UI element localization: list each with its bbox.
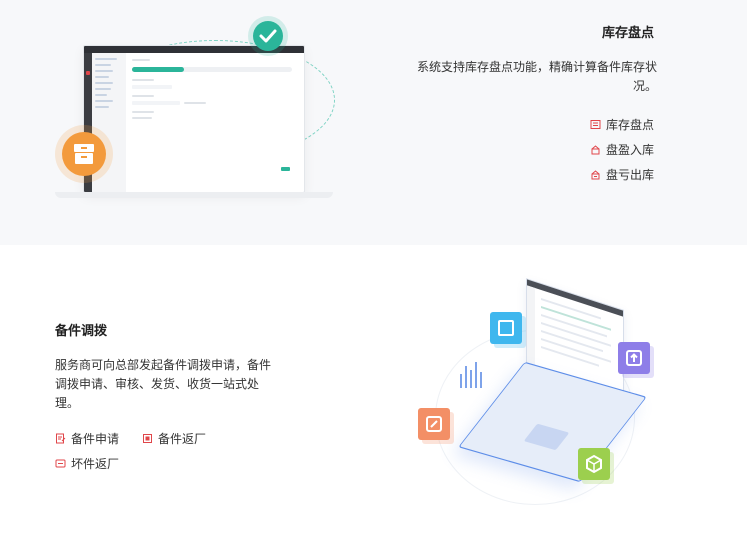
mock-content [130, 57, 300, 187]
checkmark-icon [259, 29, 277, 43]
stock-check-title: 库存盘点 [601, 26, 654, 41]
feature-label: 备件返厂 [158, 432, 207, 446]
feature-surplus-inbound: 盘盈入库 [590, 137, 654, 162]
feature-parts-request: 备件申请 [55, 426, 119, 451]
feature-parts-return: 备件返厂 [142, 426, 206, 451]
parts-return-icon [142, 433, 153, 444]
feature-label: 备件申请 [71, 432, 120, 446]
document-tile-icon [490, 312, 522, 344]
laptop-base [55, 192, 333, 198]
stock-check-section: 库存盘点 系统支持库存盘点功能，精确计算备件库存状况。 库存盘点 盘盈入库 盘亏… [0, 0, 747, 245]
feature-loss-outbound: 盘亏出库 [590, 162, 654, 187]
bar-decoration [460, 358, 484, 388]
feature-label: 库存盘点 [605, 118, 654, 132]
loss-outbound-icon [590, 169, 601, 180]
feature-inventory: 库存盘点 [590, 112, 654, 137]
surplus-inbound-icon [590, 144, 601, 155]
mock-submit-button [281, 167, 290, 171]
stock-check-feature-list: 库存盘点 盘盈入库 盘亏出库 [590, 112, 654, 187]
storage-box-badge [55, 125, 113, 183]
inventory-icon [590, 119, 601, 130]
package-tile-icon [578, 448, 610, 480]
parts-transfer-description: 服务商可向总部发起备件调拨申请，备件调拨申请、审核、发货、收货一站式处理。 [55, 358, 272, 410]
parts-transfer-illustration [410, 278, 670, 520]
stock-check-description: 系统支持库存盘点功能，精确计算备件库存状况。 [416, 60, 657, 93]
parts-request-icon [55, 433, 66, 444]
feature-label: 坏件返厂 [71, 457, 120, 471]
feature-label: 盘亏出库 [605, 168, 654, 182]
feature-defective-return: 坏件返厂 [55, 451, 119, 476]
defective-return-icon [55, 458, 66, 469]
parts-transfer-title: 备件调拨 [55, 324, 108, 339]
storage-box-icon [74, 144, 94, 164]
upload-tile-icon [618, 342, 650, 374]
feature-label: 盘盈入库 [605, 143, 654, 157]
check-badge [248, 16, 288, 56]
edit-tile-icon [418, 408, 450, 440]
laptop-screen-mockup [83, 45, 305, 193]
